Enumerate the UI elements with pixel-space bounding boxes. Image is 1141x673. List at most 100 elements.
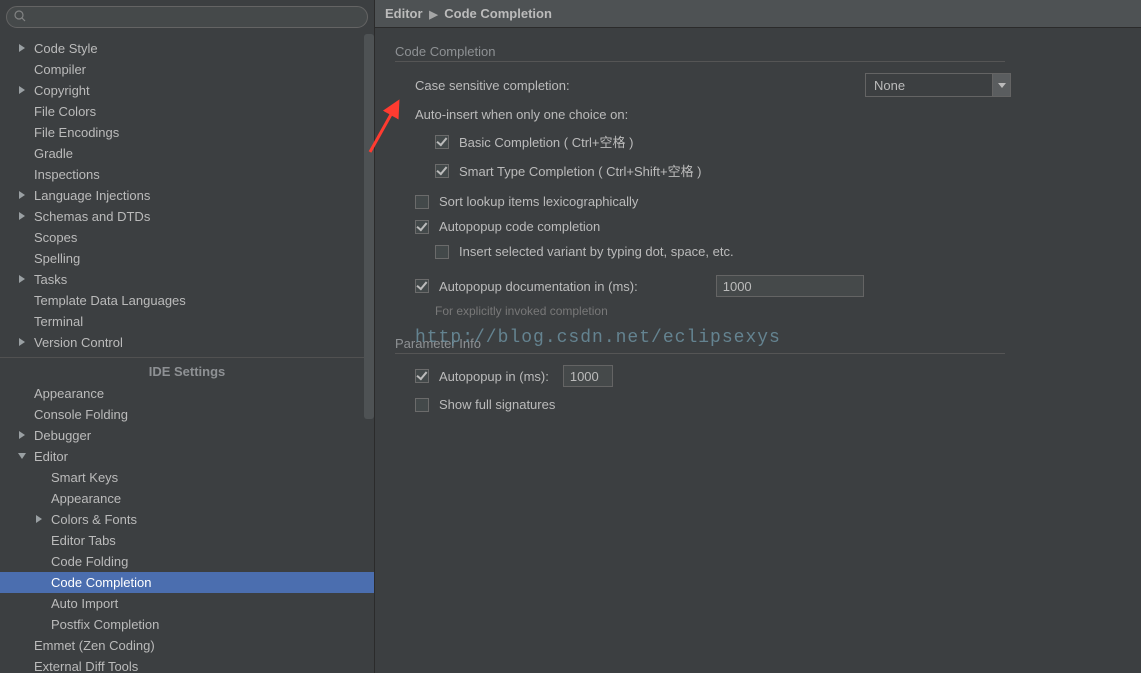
arrow-placeholder xyxy=(18,410,28,420)
tree-item-label: File Colors xyxy=(34,104,96,119)
arrow-placeholder xyxy=(18,641,28,651)
tree-item[interactable]: Emmet (Zen Coding) xyxy=(0,635,374,656)
tree-item[interactable]: Version Control xyxy=(0,332,374,353)
insert-variant-checkbox[interactable] xyxy=(435,245,449,259)
insert-variant-row: Insert selected variant by typing dot, s… xyxy=(395,239,1121,264)
insert-variant-label: Insert selected variant by typing dot, s… xyxy=(459,244,734,259)
tree-item[interactable]: Code Folding xyxy=(0,551,374,572)
tree-item[interactable]: Colors & Fonts xyxy=(0,509,374,530)
autopopup-ms-input[interactable] xyxy=(563,365,613,387)
tree-item[interactable]: Compiler xyxy=(0,59,374,80)
tree-item[interactable]: Appearance xyxy=(0,383,374,404)
sort-lookup-checkbox[interactable] xyxy=(415,195,429,209)
tree-item-label: Console Folding xyxy=(34,407,128,422)
breadcrumb: Editor ▶ Code Completion xyxy=(375,0,1141,28)
autopopup-ms-row: Autopopup in (ms): xyxy=(395,360,1121,392)
sort-lookup-label: Sort lookup items lexicographically xyxy=(439,194,638,209)
arrow-placeholder xyxy=(35,494,45,504)
tree-item[interactable]: Language Injections xyxy=(0,185,374,206)
tree-item[interactable]: Inspections xyxy=(0,164,374,185)
chevron-right-icon xyxy=(18,86,28,96)
autopopup-doc-checkbox[interactable] xyxy=(415,279,429,293)
tree-item[interactable]: External Diff Tools xyxy=(0,656,374,673)
autopopup-doc-hint: For explicitly invoked completion xyxy=(395,302,1121,318)
search-wrap xyxy=(0,0,374,34)
show-full-checkbox[interactable] xyxy=(415,398,429,412)
autopopup-code-label: Autopopup code completion xyxy=(439,219,600,234)
tree-item-label: Smart Keys xyxy=(51,470,118,485)
tree-item-label: Appearance xyxy=(34,386,104,401)
auto-insert-row: Auto-insert when only one choice on: xyxy=(395,102,1121,127)
tree-item[interactable]: File Colors xyxy=(0,101,374,122)
ide-settings-header: IDE Settings xyxy=(0,357,374,383)
chevron-right-icon xyxy=(18,44,28,54)
autopopup-doc-input[interactable] xyxy=(716,275,864,297)
search-icon xyxy=(14,10,26,25)
tree-item[interactable]: Copyright xyxy=(0,80,374,101)
tree-item[interactable]: Appearance xyxy=(0,488,374,509)
tree-item[interactable]: Gradle xyxy=(0,143,374,164)
section-title: Parameter Info xyxy=(395,336,1005,354)
basic-completion-checkbox[interactable] xyxy=(435,135,449,149)
chevron-down-icon xyxy=(18,452,28,462)
tree-item-label: Terminal xyxy=(34,314,83,329)
tree-item-label: Emmet (Zen Coding) xyxy=(34,638,155,653)
arrow-placeholder xyxy=(18,389,28,399)
content: Code Completion Case sensitive completio… xyxy=(375,28,1141,673)
tree-item[interactable]: Console Folding xyxy=(0,404,374,425)
tree-item-label: Inspections xyxy=(34,167,100,182)
tree-item[interactable]: Postfix Completion xyxy=(0,614,374,635)
arrow-placeholder xyxy=(18,662,28,672)
tree-item[interactable]: Debugger xyxy=(0,425,374,446)
tree-item[interactable]: Schemas and DTDs xyxy=(0,206,374,227)
tree-item-label: File Encodings xyxy=(34,125,119,140)
autopopup-code-checkbox[interactable] xyxy=(415,220,429,234)
tree-item[interactable]: Terminal xyxy=(0,311,374,332)
tree-item[interactable]: Code Style xyxy=(0,38,374,59)
tree-item[interactable]: File Encodings xyxy=(0,122,374,143)
scrollbar[interactable] xyxy=(364,34,374,419)
chevron-down-icon xyxy=(992,74,1010,96)
arrow-placeholder xyxy=(35,578,45,588)
show-full-label: Show full signatures xyxy=(439,397,555,412)
smart-completion-checkbox[interactable] xyxy=(435,164,449,178)
tree-item-label: Language Injections xyxy=(34,188,150,203)
search-input[interactable] xyxy=(6,6,368,28)
show-full-row: Show full signatures xyxy=(395,392,1121,417)
tree-item[interactable]: Scopes xyxy=(0,227,374,248)
arrow-placeholder xyxy=(18,233,28,243)
tree-item[interactable]: Tasks xyxy=(0,269,374,290)
tree-item[interactable]: Spelling xyxy=(0,248,374,269)
tree-item[interactable]: Editor xyxy=(0,446,374,467)
select-value: None xyxy=(874,78,905,93)
code-completion-section: Code Completion Case sensitive completio… xyxy=(395,44,1121,318)
basic-completion-label: Basic Completion ( Ctrl+空格 ) xyxy=(459,132,633,151)
arrow-placeholder xyxy=(18,107,28,117)
breadcrumb-leaf: Code Completion xyxy=(444,6,552,21)
parameter-info-section: Parameter Info Autopopup in (ms): Show f… xyxy=(395,336,1121,417)
arrow-placeholder xyxy=(35,599,45,609)
autopopup-ms-checkbox[interactable] xyxy=(415,369,429,383)
autopopup-doc-row: Autopopup documentation in (ms): xyxy=(395,270,1121,302)
tree-item[interactable]: Auto Import xyxy=(0,593,374,614)
chevron-right-icon xyxy=(18,191,28,201)
tree-item-label: Compiler xyxy=(34,62,86,77)
sort-lookup-row: Sort lookup items lexicographically xyxy=(395,189,1121,214)
basic-completion-row: Basic Completion ( Ctrl+空格 ) xyxy=(395,127,1121,156)
case-sensitive-row: Case sensitive completion: None xyxy=(395,68,1121,102)
breadcrumb-root[interactable]: Editor xyxy=(385,6,423,21)
arrow-placeholder xyxy=(18,149,28,159)
case-sensitive-select[interactable]: None xyxy=(865,73,1011,97)
tree-item[interactable]: Editor Tabs xyxy=(0,530,374,551)
tree-item-label: Debugger xyxy=(34,428,91,443)
tree-item[interactable]: Code Completion xyxy=(0,572,374,593)
arrow-placeholder xyxy=(18,170,28,180)
tree-item-label: Scopes xyxy=(34,230,77,245)
arrow-placeholder xyxy=(35,620,45,630)
tree-item-label: Editor xyxy=(34,449,68,464)
tree-item[interactable]: Smart Keys xyxy=(0,467,374,488)
tree-item[interactable]: Template Data Languages xyxy=(0,290,374,311)
tree-item-label: Appearance xyxy=(51,491,121,506)
tree-item-label: Spelling xyxy=(34,251,80,266)
section-title: Code Completion xyxy=(395,44,1005,62)
